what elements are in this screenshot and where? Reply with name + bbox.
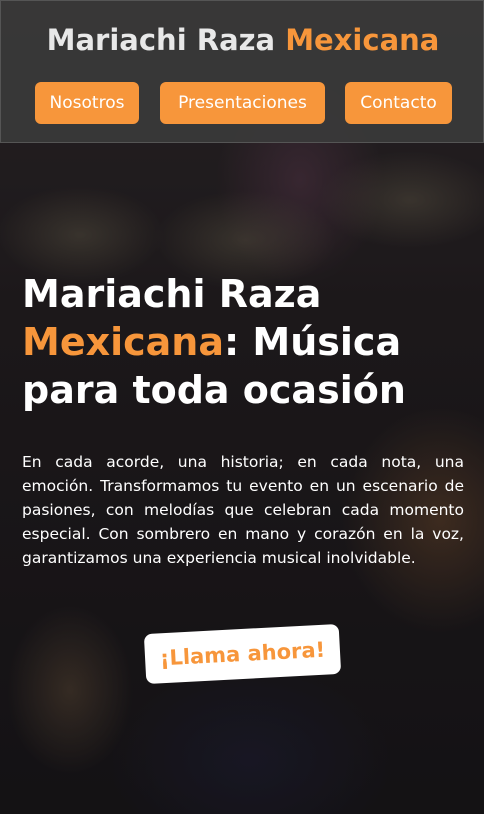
hero-section: Mariachi Raza Mexicana: Música para toda … xyxy=(22,270,464,414)
call-now-button[interactable]: ¡Llama ahora! xyxy=(143,623,342,685)
nav-contacto-button[interactable]: Contacto xyxy=(345,82,452,124)
site-header: Mariachi Raza Mexicana Nosotros Presenta… xyxy=(0,0,484,143)
hero-title-accent: Mexicana xyxy=(22,320,224,364)
nav-presentaciones-button[interactable]: Presentaciones xyxy=(160,82,325,124)
nav-nosotros-button[interactable]: Nosotros xyxy=(35,82,139,124)
site-title-main: Mariachi Raza xyxy=(46,23,276,57)
site-title: Mariachi Raza Mexicana xyxy=(1,23,484,57)
hero-description: En cada acorde, una historia; en cada no… xyxy=(22,453,464,567)
hero-title: Mariachi Raza Mexicana: Música para toda … xyxy=(22,270,464,414)
page: Mariachi Raza Mexicana Nosotros Presenta… xyxy=(0,0,484,814)
hero-title-main: Mariachi Raza xyxy=(22,272,322,316)
main-nav: Nosotros Presentaciones Contacto xyxy=(1,82,484,124)
site-title-accent: Mexicana xyxy=(285,23,440,57)
